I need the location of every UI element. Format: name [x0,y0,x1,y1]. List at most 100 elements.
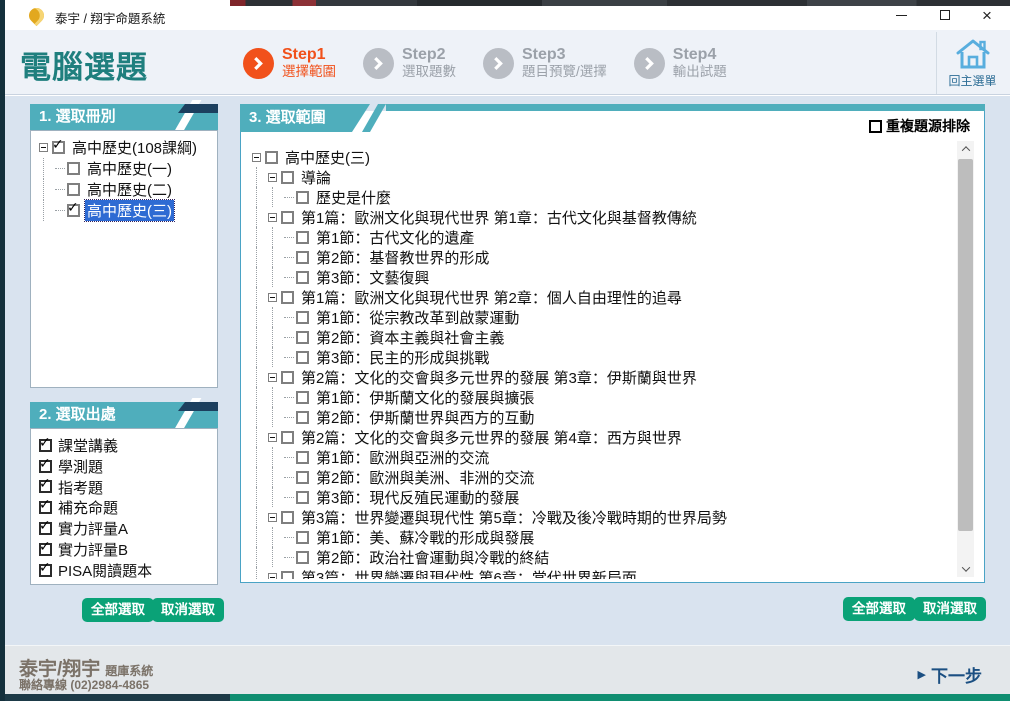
tree-item-label[interactable]: 第1節：古代文化的遺產 [314,227,476,248]
tree-expander-icon[interactable] [268,572,277,579]
checkbox[interactable] [296,410,309,424]
scroll-up-icon[interactable] [957,141,974,157]
checkbox[interactable] [296,450,309,464]
tree-item[interactable]: 第2篇：文化的交會與多元世界的發展 第4章：西方與世界 [252,427,947,447]
tree-expander-icon[interactable] [39,143,48,152]
tree-item-label[interactable]: 第3節：民主的形成與挑戰 [314,347,491,368]
checkbox[interactable] [281,290,294,304]
tree-item-label[interactable]: 第1節：從宗教改革到啟蒙運動 [314,307,521,328]
tree-item[interactable]: 導論 [252,167,947,187]
dedupe-checkbox[interactable]: 重複題源排除 [869,116,970,136]
scope-select-all-button[interactable]: 全部選取 [843,597,915,621]
checkbox[interactable] [296,350,309,364]
checkbox[interactable]: ✓ [39,519,52,536]
tree-item-label[interactable]: 第3節：文藝復興 [314,267,431,288]
tree-item-label[interactable]: 第3節：現代反殖民運動的發展 [314,487,521,508]
checkbox[interactable] [296,330,309,344]
tree-item[interactable]: 第3節：現代反殖民運動的發展 [252,487,947,507]
tree-item-label[interactable]: 高中歷史(三) [283,147,372,168]
tree-item[interactable]: 第3篇：世界變遷與現代性 第6章：當代世界新局面 [252,567,947,579]
tree-item-label[interactable]: 第2節：資本主義與社會主義 [314,327,506,348]
checkbox[interactable] [296,470,309,484]
tree-expander-icon[interactable] [268,292,277,302]
books-select-all-button[interactable]: 全部選取 [82,598,154,622]
tree-item[interactable]: 第1節：從宗教改革到啟蒙運動 [252,307,947,327]
checkbox[interactable]: ✓ [39,436,52,452]
tree-item-label[interactable]: 導論 [299,167,333,188]
source-option[interactable]: ✓ 指考題 [39,477,215,498]
checkbox[interactable] [296,190,309,204]
checkbox[interactable] [281,170,294,184]
checkbox[interactable] [296,310,309,324]
source-option[interactable]: ✓ 課堂講義 [39,435,215,456]
checkbox[interactable] [296,390,309,404]
tree-expander-icon[interactable] [268,212,277,222]
checkbox[interactable] [281,570,294,579]
tree-item[interactable]: 第1篇：歐洲文化與現代世界 第1章：古代文化與基督教傳統 [252,207,947,227]
tree-item[interactable]: ✓ 高中歷史(108課綱) [39,137,215,158]
tree-item[interactable]: 第3節：民主的形成與挑戰 [252,347,947,367]
checkbox[interactable]: ✓ [52,138,65,154]
tree-item-label[interactable]: 第3篇：世界變遷與現代性 第5章：冷戰及後冷戰時期的世界局勢 [299,507,729,528]
tree-item-label[interactable]: 第1篇：歐洲文化與現代世界 第2章：個人自由理性的追尋 [299,287,684,308]
source-option[interactable]: ✓ 實力評量A [39,518,215,539]
tree-item[interactable]: 第2篇：文化的交會與多元世界的發展 第3章：伊斯蘭與世界 [252,367,947,387]
next-step-button[interactable]: ▶ 下一步 [918,662,982,687]
checkbox[interactable]: ✓ [67,201,80,217]
tree-item[interactable]: 第3節：文藝復興 [252,267,947,287]
tree-item-label[interactable]: 第2節：政治社會運動與冷戰的終結 [314,547,551,568]
tree-item-label[interactable]: 第2節：伊斯蘭世界與西方的互動 [314,407,536,428]
tree-item[interactable]: 第1節：美、蘇冷戰的形成與發展 [252,527,947,547]
tree-item-label[interactable]: 高中歷史(二) [85,179,174,200]
scrollbar-thumb[interactable] [958,159,973,531]
tree-item[interactable]: 高中歷史(一) [39,158,215,179]
source-option[interactable]: ✓ PISA閱讀題本 [39,560,215,581]
dedupe-checkbox-box[interactable] [869,119,882,133]
scroll-down-icon[interactable] [957,561,974,577]
checkbox[interactable] [296,230,309,244]
tree-expander-icon[interactable] [268,372,277,382]
tree-item[interactable]: ✓ 高中歷史(三) [39,199,215,222]
checkbox[interactable] [67,162,80,175]
tree-item-label[interactable]: 高中歷史(三) [84,199,175,222]
tree-item[interactable]: 第1節：歐洲與亞洲的交流 [252,447,947,467]
tree-item-label[interactable]: 第2節：歐洲與美洲、非洲的交流 [314,467,536,488]
checkbox[interactable] [296,250,309,264]
tree-expander-icon[interactable] [268,512,277,522]
tree-expander-icon[interactable] [268,172,277,182]
tree-item[interactable]: 第2節：歐洲與美洲、非洲的交流 [252,467,947,487]
tree-item[interactable]: 第2節：伊斯蘭世界與西方的互動 [252,407,947,427]
checkbox[interactable] [296,490,309,504]
checkbox[interactable] [281,370,294,384]
tree-item-label[interactable]: 第1篇：歐洲文化與現代世界 第1章：古代文化與基督教傳統 [299,207,699,228]
tree-item[interactable]: 第3篇：世界變遷與現代性 第5章：冷戰及後冷戰時期的世界局勢 [252,507,947,527]
tree-item[interactable]: 歷史是什麼 [252,187,947,207]
tree-item-label[interactable]: 高中歷史(一) [85,158,174,179]
tree-item-label[interactable]: 第3篇：世界變遷與現代性 第6章：當代世界新局面 [299,567,639,580]
tree-item[interactable]: 高中歷史(二) [39,179,215,200]
source-option[interactable]: ✓ 實力評量B [39,539,215,560]
checkbox[interactable]: ✓ [39,561,52,577]
scope-deselect-button[interactable]: 取消選取 [914,597,986,621]
tree-item-label[interactable]: 第2篇：文化的交會與多元世界的發展 第4章：西方與世界 [299,427,684,448]
checkbox[interactable] [296,530,309,544]
source-option[interactable]: ✓ 補充命題 [39,497,215,518]
tree-item[interactable]: 第2節：政治社會運動與冷戰的終結 [252,547,947,567]
checkbox[interactable] [281,430,294,444]
tree-item-label[interactable]: 第1節：伊斯蘭文化的發展與擴張 [314,387,536,408]
checkbox[interactable]: ✓ [39,477,52,494]
tree-item[interactable]: 第1節：伊斯蘭文化的發展與擴張 [252,387,947,407]
tree-item-label[interactable]: 第2節：基督教世界的形成 [314,247,491,268]
books-deselect-button[interactable]: 取消選取 [152,598,224,622]
tree-item[interactable]: 第2節：資本主義與社會主義 [252,327,947,347]
checkbox[interactable] [296,550,309,564]
tree-item-label[interactable]: 第2篇：文化的交會與多元世界的發展 第3章：伊斯蘭與世界 [299,367,699,388]
tree-item-label[interactable]: 第1節：美、蘇冷戰的形成與發展 [314,527,536,548]
tree-item[interactable]: 高中歷史(三) [252,147,947,167]
checkbox[interactable] [281,210,294,224]
checkbox[interactable] [265,150,278,164]
tree-expander-icon[interactable] [252,152,261,162]
tree-item-label[interactable]: 歷史是什麼 [314,187,393,208]
tree-expander-icon[interactable] [268,432,277,442]
checkbox[interactable] [296,270,309,284]
